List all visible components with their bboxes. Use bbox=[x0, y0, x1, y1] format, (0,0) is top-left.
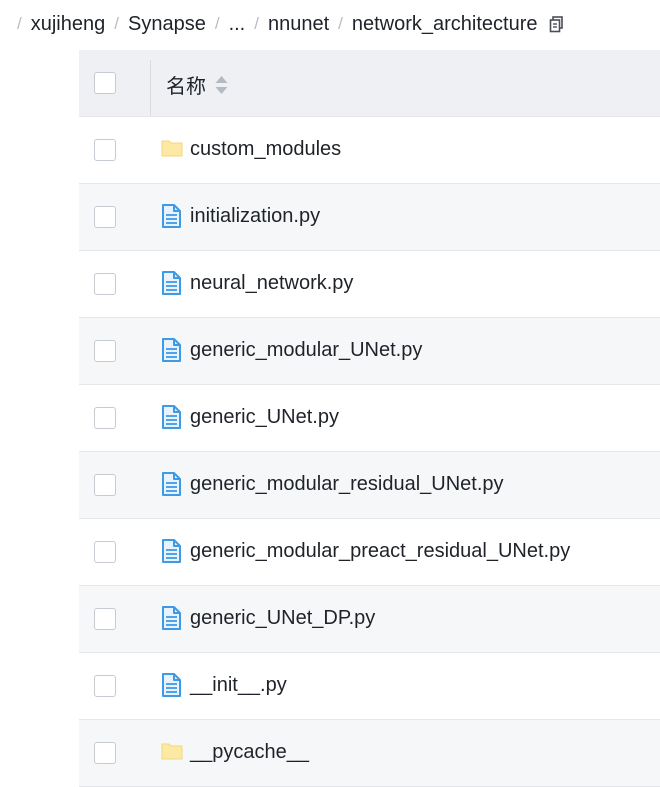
row-checkbox[interactable] bbox=[94, 206, 116, 228]
breadcrumb-separator: / bbox=[254, 14, 259, 33]
table-row[interactable]: __pycache__ bbox=[79, 720, 660, 787]
file-icon bbox=[161, 472, 183, 496]
copy-icon[interactable] bbox=[549, 15, 564, 33]
table-row[interactable]: custom_modules bbox=[79, 117, 660, 184]
item-name-link[interactable]: __pycache__ bbox=[190, 741, 309, 764]
table-row[interactable]: generic_modular_UNet.py bbox=[79, 318, 660, 385]
row-checkbox[interactable] bbox=[94, 742, 116, 764]
table-row[interactable]: generic_modular_residual_UNet.py bbox=[79, 452, 660, 519]
file-icon bbox=[161, 673, 183, 697]
file-icon bbox=[161, 405, 183, 429]
table-row[interactable]: neural_network.py bbox=[79, 251, 660, 318]
table-row[interactable]: generic_UNet_DP.py bbox=[79, 586, 660, 653]
breadcrumb-item-synapse[interactable]: Synapse bbox=[128, 13, 206, 36]
file-icon bbox=[161, 271, 183, 295]
select-all-checkbox[interactable] bbox=[94, 72, 116, 94]
file-icon bbox=[161, 204, 183, 228]
breadcrumb-separator: / bbox=[338, 14, 343, 33]
row-checkbox[interactable] bbox=[94, 340, 116, 362]
breadcrumb: / xujiheng / Synapse / ... / nnunet / ne… bbox=[0, 0, 660, 48]
column-divider bbox=[150, 60, 151, 116]
row-checkbox[interactable] bbox=[94, 273, 116, 295]
item-name-link[interactable]: generic_UNet_DP.py bbox=[190, 607, 375, 630]
table-body: custom_modules initialization.py neural_ne… bbox=[79, 117, 660, 787]
table-row[interactable]: initialization.py bbox=[79, 184, 660, 251]
item-name-link[interactable]: initialization.py bbox=[190, 205, 320, 228]
folder-icon bbox=[161, 137, 183, 161]
item-name-link[interactable]: __init__.py bbox=[190, 674, 287, 697]
table-row[interactable]: generic_UNet.py bbox=[79, 385, 660, 452]
breadcrumb-item-nnunet[interactable]: nnunet bbox=[268, 13, 329, 36]
row-checkbox[interactable] bbox=[94, 139, 116, 161]
row-checkbox[interactable] bbox=[94, 675, 116, 697]
folder-icon bbox=[161, 740, 183, 764]
breadcrumb-separator: / bbox=[214, 14, 220, 33]
item-name-link[interactable]: generic_modular_UNet.py bbox=[190, 339, 422, 362]
table-header: 名称 bbox=[79, 50, 660, 117]
item-name-link[interactable]: neural_network.py bbox=[190, 272, 353, 295]
breadcrumb-item-xujiheng[interactable]: xujiheng bbox=[31, 13, 106, 36]
item-name-link[interactable]: custom_modules bbox=[190, 138, 341, 161]
file-icon bbox=[161, 606, 183, 630]
table-row[interactable]: __init__.py bbox=[79, 653, 660, 720]
table-row[interactable]: generic_modular_preact_residual_UNet.py bbox=[79, 519, 660, 586]
file-icon bbox=[161, 539, 183, 563]
breadcrumb-item-current: network_architecture bbox=[351, 12, 538, 35]
row-checkbox[interactable] bbox=[94, 407, 116, 429]
row-checkbox[interactable] bbox=[94, 474, 116, 496]
item-name-link[interactable]: generic_UNet.py bbox=[190, 406, 339, 429]
item-name-link[interactable]: generic_modular_preact_residual_UNet.py bbox=[190, 540, 570, 563]
name-column-label: 名称 bbox=[166, 76, 206, 98]
breadcrumb-item-ellipsis[interactable]: ... bbox=[229, 13, 246, 36]
row-checkbox[interactable] bbox=[94, 608, 116, 630]
file-icon bbox=[161, 338, 183, 362]
breadcrumb-separator: / bbox=[17, 14, 22, 33]
name-column-header[interactable]: 名称 bbox=[166, 70, 228, 99]
file-table: 名称 custom_modules initialization.py neural… bbox=[79, 50, 660, 787]
item-name-link[interactable]: generic_modular_residual_UNet.py bbox=[190, 473, 504, 496]
breadcrumb-separator: / bbox=[114, 14, 119, 33]
row-checkbox[interactable] bbox=[94, 541, 116, 563]
sort-icon[interactable] bbox=[215, 75, 228, 95]
